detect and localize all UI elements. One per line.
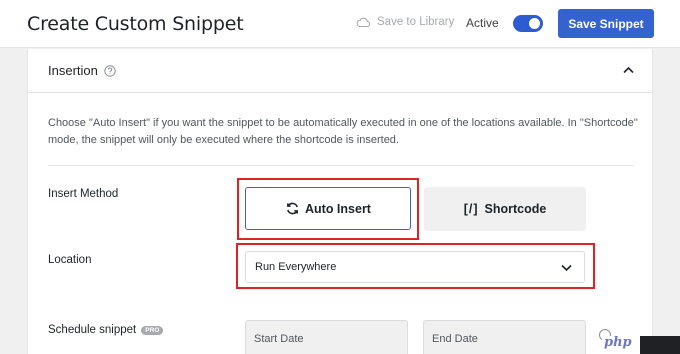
save-to-library-label: Save to Library bbox=[377, 16, 455, 28]
schedule-snippet-label: Schedule snippet PRO bbox=[48, 324, 164, 336]
cloud-icon bbox=[356, 17, 370, 27]
end-date-input[interactable]: End Date bbox=[423, 320, 586, 354]
save-snippet-button[interactable]: Save Snippet bbox=[558, 9, 654, 38]
divider bbox=[48, 165, 634, 166]
location-highlight bbox=[236, 243, 595, 289]
shortcode-button[interactable]: [/] Shortcode bbox=[424, 187, 586, 231]
top-bar: Create Custom Snippet Save to Library Ac… bbox=[0, 0, 680, 48]
toggle-knob bbox=[529, 18, 540, 29]
active-toggle[interactable] bbox=[513, 15, 543, 32]
insertion-title: Insertion bbox=[48, 63, 98, 78]
auto-insert-highlight bbox=[237, 178, 419, 240]
shortcode-label: Shortcode bbox=[484, 202, 547, 216]
watermark-dark-band bbox=[640, 336, 680, 354]
start-date-input[interactable]: Start Date bbox=[245, 320, 408, 354]
location-label: Location bbox=[48, 254, 92, 266]
insert-method-label: Insert Method bbox=[48, 188, 119, 200]
insertion-header[interactable]: Insertion bbox=[28, 49, 652, 93]
chevron-up-icon[interactable] bbox=[623, 66, 634, 74]
page-title: Create Custom Snippet bbox=[27, 13, 244, 35]
section-title: Insertion bbox=[48, 63, 116, 78]
insertion-description: Choose "Auto Insert" if you want the sni… bbox=[48, 117, 638, 146]
save-to-library-button[interactable]: Save to Library bbox=[356, 16, 454, 28]
end-date-placeholder: End Date bbox=[432, 333, 478, 345]
shortcode-icon: [/] bbox=[463, 202, 479, 216]
help-icon[interactable] bbox=[104, 64, 116, 77]
schedule-label-text: Schedule snippet bbox=[48, 324, 137, 336]
start-date-placeholder: Start Date bbox=[254, 333, 304, 345]
pro-badge: PRO bbox=[141, 325, 164, 335]
active-label: Active bbox=[466, 16, 499, 30]
watermark-logo: php bbox=[604, 335, 632, 350]
